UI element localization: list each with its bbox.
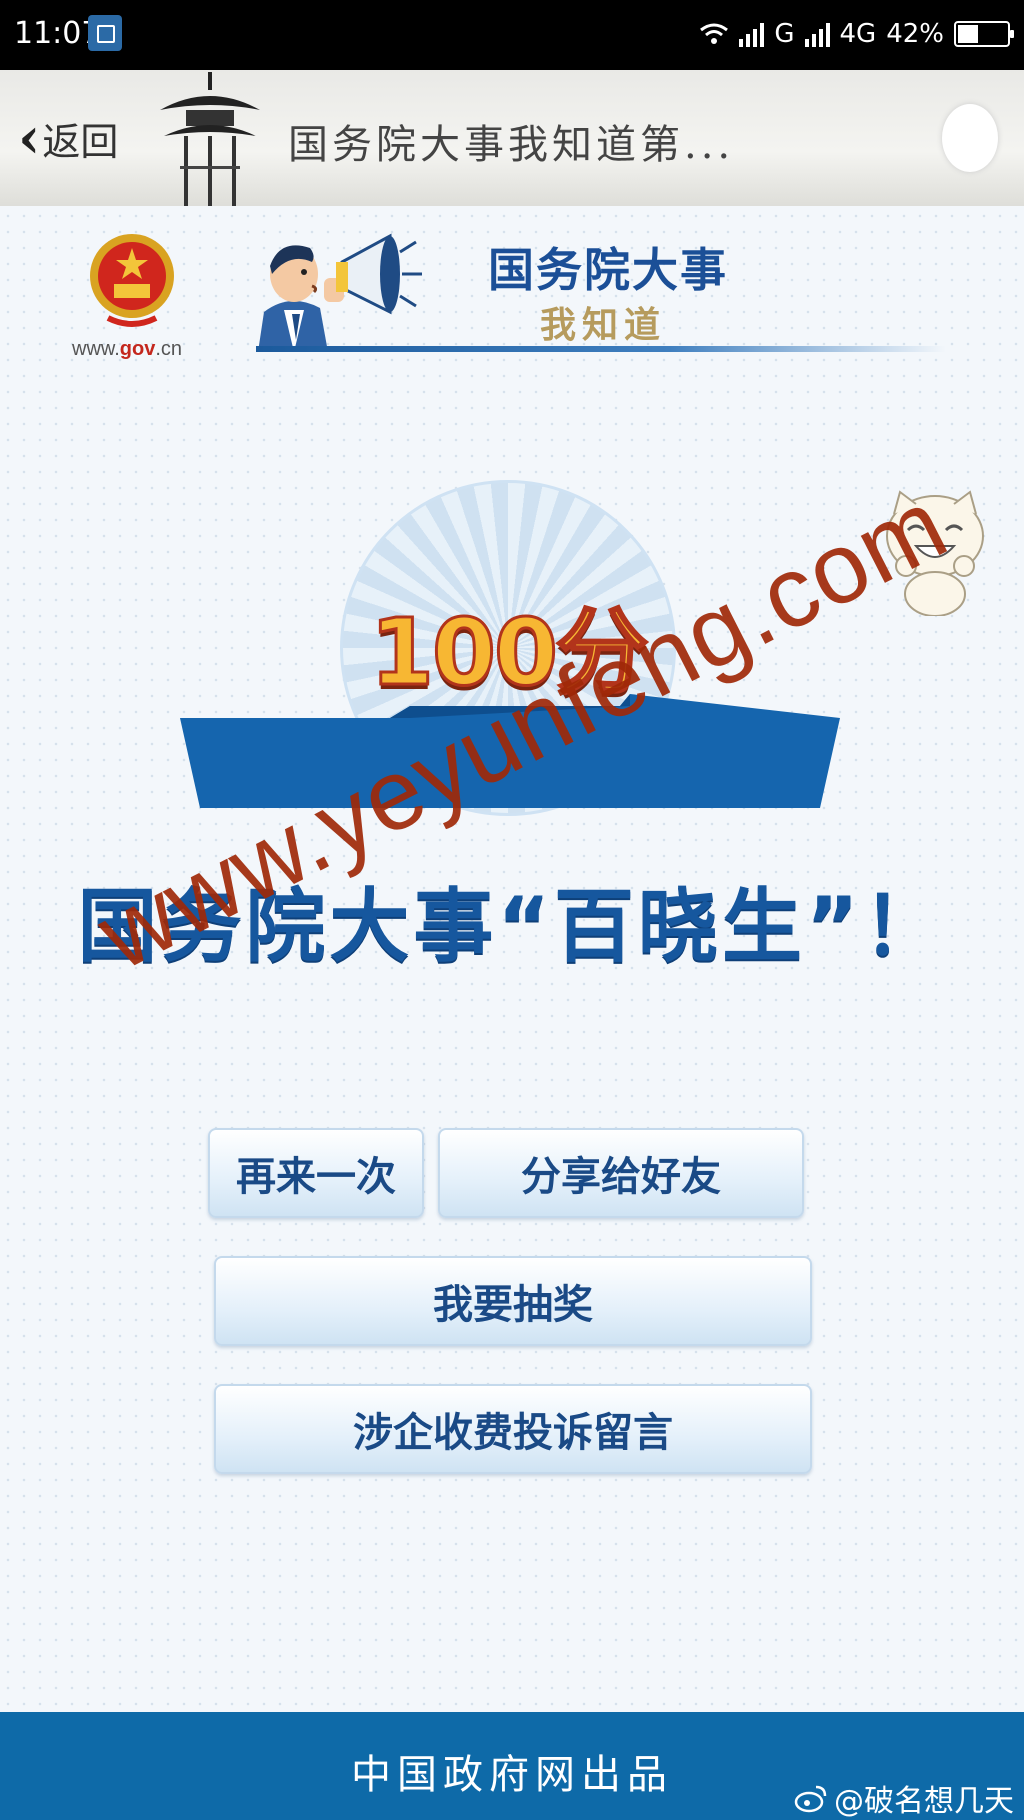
retry-button[interactable]: 再来一次 [208, 1128, 424, 1218]
gov-url-suffix: .cn [155, 338, 183, 360]
weibo-credit-text: @破名想几天 [834, 1784, 1014, 1819]
network-type-g: G [774, 19, 795, 49]
back-chevron-icon: ‹ [18, 105, 41, 171]
banner-underline [256, 346, 946, 352]
battery-level [958, 25, 979, 43]
banner-subtitle: 我知道 [540, 304, 667, 346]
wifi-icon [700, 23, 729, 44]
weibo-icon [794, 1785, 827, 1813]
battery-icon [954, 21, 1014, 47]
gov-url: www.gov.cn [72, 338, 182, 361]
nav-bar: ‹ 返回 国务院大事我知道第... [0, 70, 1024, 206]
megaphone-man-illustration [258, 233, 422, 352]
weibo-credit: @破名想几天 [794, 1776, 1014, 1820]
status-bar: 11:07 G 4G 42% [0, 0, 1024, 70]
back-button[interactable]: ‹ 返回 [18, 105, 119, 171]
back-label: 返回 [42, 119, 119, 164]
gov-url-prefix: www. [72, 338, 120, 360]
battery-percent: 42% [886, 19, 944, 49]
national-emblem-icon [90, 234, 174, 327]
status-indicators: G 4G 42% [699, 14, 1014, 54]
signal-icon-4g [804, 21, 830, 47]
signal-icon [739, 21, 765, 47]
screenshot-icon [88, 15, 122, 51]
complaint-button[interactable]: 涉企收费投诉留言 [214, 1384, 812, 1474]
gov-url-brand: gov [119, 338, 156, 360]
banner-title: 国务院大事 [488, 243, 728, 297]
moon-icon [942, 104, 998, 172]
network-type-4g: 4G [839, 19, 877, 49]
pagoda-ink-decoration [160, 72, 260, 206]
page-title: 国务院大事我知道第... [288, 122, 735, 168]
lottery-button[interactable]: 我要抽奖 [214, 1256, 812, 1346]
share-button[interactable]: 分享给好友 [438, 1128, 804, 1218]
